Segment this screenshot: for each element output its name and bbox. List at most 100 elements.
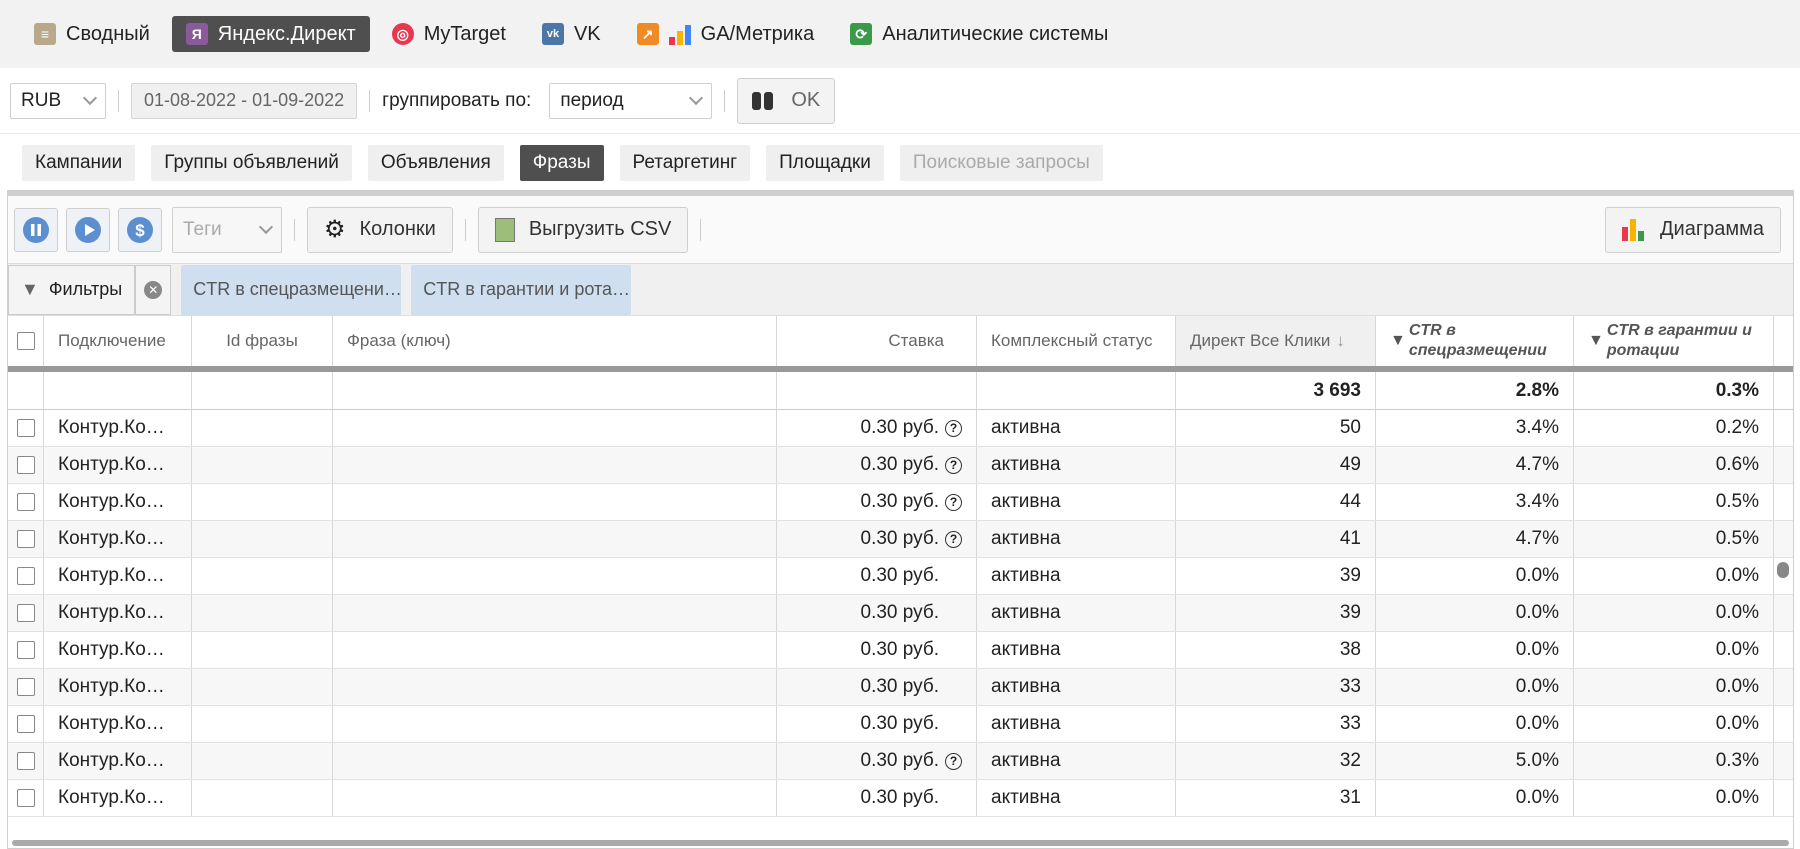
play-button[interactable] xyxy=(66,207,110,252)
pause-button[interactable] xyxy=(14,207,58,252)
header-ctr-guarantee[interactable]: ▼ CTR в гарантии и ротации xyxy=(1574,316,1774,366)
currency-select[interactable]: RUB xyxy=(10,82,106,119)
row-select-cell xyxy=(8,669,44,705)
row-checkbox[interactable] xyxy=(16,789,35,807)
cell-bid[interactable]: 0.30 руб. xyxy=(777,706,977,742)
table-row[interactable]: Контур.Ко… 0.30 руб. активна 33 0.0% 0.0% xyxy=(8,706,1793,743)
tab-ga-metrika[interactable]: ↗ GA/Метрика xyxy=(623,16,829,52)
select-all-checkbox[interactable] xyxy=(16,332,35,350)
table-row[interactable]: Контур.Ко… 0.30 руб. активна 33 0.0% 0.0% xyxy=(8,669,1793,706)
tab-ad-groups[interactable]: Группы объявлений xyxy=(151,145,352,181)
cell-bid[interactable]: 0.30 руб. xyxy=(777,780,977,816)
table-row[interactable]: Контур.Ко… 0.30 руб. активна 39 0.0% 0.0% xyxy=(8,595,1793,632)
filters-button[interactable]: ▼ Фильтры xyxy=(8,264,136,315)
row-checkbox[interactable] xyxy=(16,530,35,548)
tab-mytarget[interactable]: ◎ MyTarget xyxy=(378,16,520,52)
cell-bid[interactable]: 0.30 руб.? xyxy=(777,743,977,779)
row-checkbox[interactable] xyxy=(16,567,35,585)
header-ctr-guarantee-label: CTR в гарантии и ротации xyxy=(1606,322,1752,359)
table-row[interactable]: Контур.Ко… 0.30 руб.? активна 50 3.4% 0.2% xyxy=(8,410,1793,447)
table-row[interactable]: Контур.Ко… 0.30 руб.? активна 32 5.0% 0.3% xyxy=(8,743,1793,780)
cell-bid[interactable]: 0.30 руб.? xyxy=(777,410,977,446)
binoculars-icon xyxy=(752,91,774,110)
table-row[interactable]: Контур.Ко… 0.30 руб.? активна 44 3.4% 0.5% xyxy=(8,484,1793,521)
table-row[interactable]: Контур.Ко… 0.30 руб.? активна 49 4.7% 0.6% xyxy=(8,447,1793,484)
header-ctr-special[interactable]: ▼ CTR в спецразмещении xyxy=(1376,316,1574,366)
header-phrase-id[interactable]: Id фразы xyxy=(192,316,333,366)
tab-vk[interactable]: vk VK xyxy=(528,16,615,52)
cell-status: активна xyxy=(977,521,1176,557)
row-checkbox[interactable] xyxy=(16,752,35,770)
vertical-scrollbar[interactable] xyxy=(1777,562,1789,578)
row-checkbox[interactable] xyxy=(16,493,35,511)
row-checkbox[interactable] xyxy=(16,419,35,437)
date-range-field[interactable]: 01-08-2022 - 01-09-2022 xyxy=(131,82,358,119)
cell-bid[interactable]: 0.30 руб. xyxy=(777,632,977,668)
tab-yandex-direct[interactable]: Я Яндекс.Директ xyxy=(171,16,370,52)
cell-bid[interactable]: 0.30 руб.? xyxy=(777,484,977,520)
cell-bid[interactable]: 0.30 руб. xyxy=(777,669,977,705)
cell-phrase xyxy=(333,447,777,483)
cell-ctr-guarantee: 0.6% xyxy=(1574,447,1774,483)
yandex-icon: Я xyxy=(185,23,208,45)
ok-button[interactable]: OK xyxy=(737,77,836,124)
cell-phrase xyxy=(333,669,777,705)
table-row[interactable]: Контур.Ко… 0.30 руб.? активна 41 4.7% 0.5% xyxy=(8,521,1793,558)
tab-phrases[interactable]: Фразы xyxy=(519,145,604,181)
columns-button[interactable]: ⚙ Колонки xyxy=(307,206,453,253)
help-icon[interactable]: ? xyxy=(945,530,962,548)
cell-connection: Контур.Ко… xyxy=(44,484,192,520)
help-icon[interactable]: ? xyxy=(945,456,962,474)
header-status[interactable]: Комплексный статус xyxy=(977,316,1176,366)
header-phrase[interactable]: Фраза (ключ) xyxy=(333,316,777,366)
table-row[interactable]: Контур.Ко… 0.30 руб. активна 39 0.0% 0.0% xyxy=(8,558,1793,595)
row-checkbox[interactable] xyxy=(16,604,35,622)
tab-placements[interactable]: Площадки xyxy=(766,145,884,181)
header-ctr-special-label: CTR в спецразмещении xyxy=(1408,322,1547,359)
group-by-select[interactable]: период xyxy=(549,82,713,119)
help-icon[interactable]: ? xyxy=(945,752,962,770)
table-row[interactable]: Контур.Ко… 0.30 руб. активна 38 0.0% 0.0% xyxy=(8,632,1793,669)
row-checkbox[interactable] xyxy=(16,715,35,733)
tab-analytics-systems[interactable]: ⟳ Аналитические системы xyxy=(836,16,1122,52)
header-connection[interactable]: Подключение xyxy=(44,316,192,366)
cell-phrase-id xyxy=(192,558,333,594)
header-clicks[interactable]: Директ Все Клики ↓ xyxy=(1176,316,1376,366)
top-tabs: ≡ Сводный Я Яндекс.Директ ◎ MyTarget vk … xyxy=(0,0,1800,68)
tab-summary[interactable]: ≡ Сводный xyxy=(20,16,164,52)
chevron-down-icon xyxy=(689,90,704,105)
tab-retargeting[interactable]: Ретаргетинг xyxy=(619,145,751,181)
bid-button[interactable]: $ xyxy=(118,207,162,252)
cell-bid[interactable]: 0.30 руб.? xyxy=(777,447,977,483)
tab-campaigns[interactable]: Кампании xyxy=(22,145,136,181)
table-row[interactable]: Контур.Ко… 0.30 руб. активна 31 0.0% 0.0% xyxy=(8,780,1793,817)
clear-filters-button[interactable]: ✕ xyxy=(135,264,172,315)
cell-clicks: 33 xyxy=(1176,669,1376,705)
row-checkbox[interactable] xyxy=(16,678,35,696)
chart-button[interactable]: Диаграмма xyxy=(1604,206,1781,253)
filter-chip-ctr-guarantee[interactable]: CTR в гарантии и рота… xyxy=(411,264,632,315)
cell-phrase xyxy=(333,706,777,742)
horizontal-scrollbar[interactable] xyxy=(12,840,1789,846)
cell-status: активна xyxy=(977,484,1176,520)
cell-clicks: 44 xyxy=(1176,484,1376,520)
cell-status: активна xyxy=(977,595,1176,631)
cell-connection: Контур.Ко… xyxy=(44,595,192,631)
tags-label: Теги xyxy=(183,218,222,240)
help-icon[interactable]: ? xyxy=(945,419,962,437)
cell-bid[interactable]: 0.30 руб.? xyxy=(777,521,977,557)
target-icon: ◎ xyxy=(391,23,414,45)
row-checkbox[interactable] xyxy=(16,456,35,474)
cell-ctr-special: 0.0% xyxy=(1376,632,1574,668)
header-bid[interactable]: Ставка xyxy=(777,316,977,366)
cell-bid[interactable]: 0.30 руб. xyxy=(777,595,977,631)
bid-value: 0.30 руб. xyxy=(860,491,940,512)
tab-ads[interactable]: Объявления xyxy=(367,145,504,181)
filter-chip-ctr-special[interactable]: CTR в спецразмещени… xyxy=(181,264,402,315)
row-checkbox[interactable] xyxy=(16,641,35,659)
cell-bid[interactable]: 0.30 руб. xyxy=(777,558,977,594)
bid-value: 0.30 руб. xyxy=(860,639,940,660)
export-csv-button[interactable]: Выгрузить CSV xyxy=(477,206,689,253)
tags-select[interactable]: Теги xyxy=(172,206,282,253)
help-icon[interactable]: ? xyxy=(945,493,962,511)
